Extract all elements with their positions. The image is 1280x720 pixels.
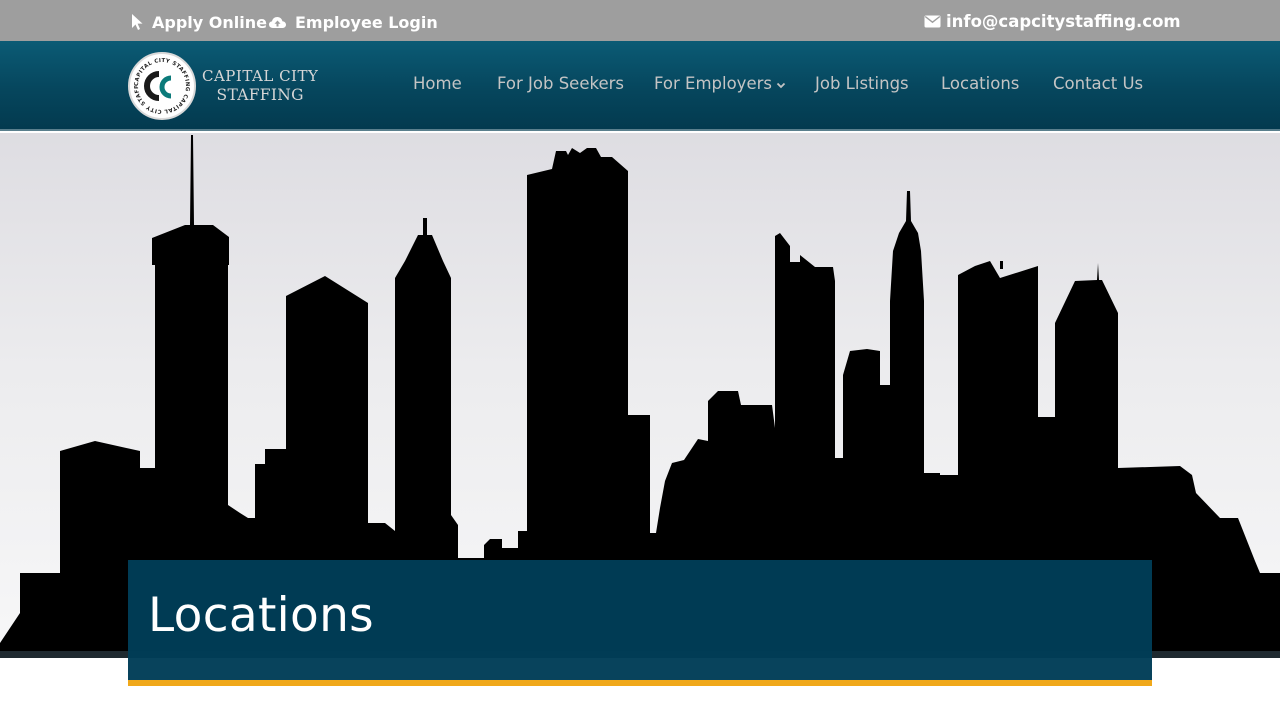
- chevron-down-icon: [776, 74, 786, 93]
- page-title-box: Locations: [128, 560, 1152, 680]
- employee-login-label: Employee Login: [295, 12, 438, 32]
- nav-item-job-listings[interactable]: Job Listings: [815, 74, 909, 93]
- nav-item-job-seekers[interactable]: For Job Seekers: [497, 74, 624, 93]
- apply-online-link[interactable]: Apply Online: [130, 11, 267, 33]
- email-address: info@capcitystaffing.com: [946, 11, 1181, 31]
- cursor-icon: [130, 13, 144, 31]
- envelope-icon: [924, 15, 941, 28]
- nav-item-locations[interactable]: Locations: [941, 74, 1019, 93]
- nav-item-employers-label: For Employers: [654, 74, 772, 93]
- top-bar: Apply Online Employee Login info@capcity…: [0, 0, 1280, 41]
- nav-item-contact[interactable]: Contact Us: [1053, 74, 1143, 93]
- email-link[interactable]: info@capcitystaffing.com: [924, 10, 1181, 32]
- employee-login-link[interactable]: Employee Login: [268, 11, 438, 33]
- page-title: Locations: [148, 588, 374, 643]
- title-accent-bar: [128, 680, 1152, 686]
- nav-item-home[interactable]: Home: [413, 74, 462, 93]
- nav-item-employers[interactable]: For Employers: [654, 74, 786, 93]
- cloud-upload-icon: [268, 15, 287, 30]
- main-nav: Home For Job Seekers For Employers Job L…: [0, 41, 1280, 127]
- apply-online-label: Apply Online: [152, 12, 267, 32]
- site-header: CAPITAL CITY STAFFING CAPITAL CITY STAFF…: [0, 41, 1280, 131]
